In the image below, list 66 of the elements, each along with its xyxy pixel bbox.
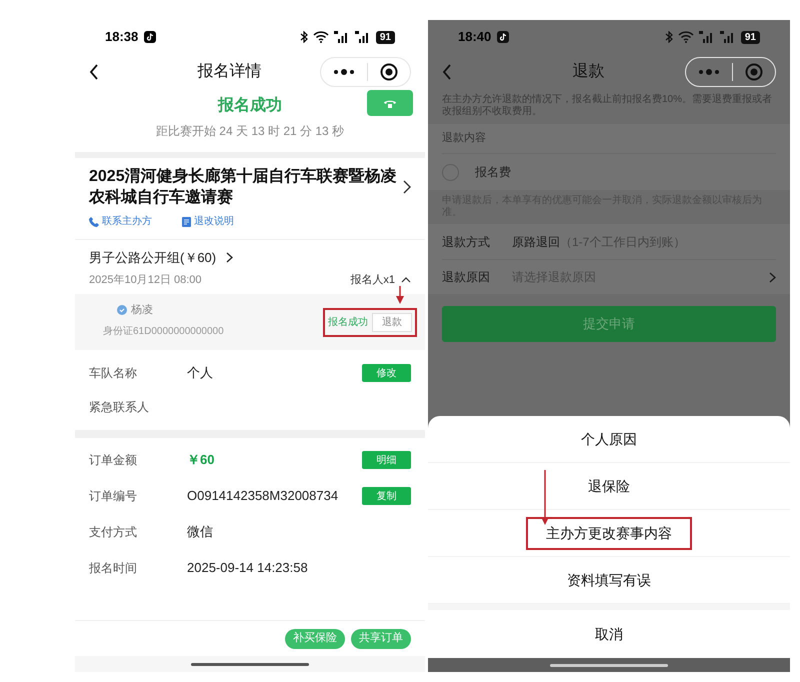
field-label: 报名时间 [89, 560, 138, 577]
field-value: 2025-09-14 14:23:58 [187, 559, 309, 578]
field-value: O0914142358M32008734 [187, 487, 340, 506]
status-time: 18:38 [105, 28, 138, 46]
field-label: 退款方式 [442, 234, 491, 250]
contact-link[interactable]: 联系主办方 [89, 214, 152, 229]
reason-option[interactable]: 退保险 [568, 470, 650, 502]
field-label: 退款原因 [442, 269, 491, 286]
refund-button[interactable]: 退款 [372, 312, 412, 332]
order-amount: ￥60 [187, 451, 216, 470]
battery-level: 91 [740, 30, 760, 44]
more-icon[interactable] [333, 69, 355, 75]
chevron-right-icon[interactable] [403, 180, 411, 194]
annotation-arrow [395, 286, 405, 304]
pill-button[interactable]: 补买保险 [285, 628, 345, 648]
section-label: 退款内容 [442, 130, 486, 146]
app-notification-icon [144, 31, 156, 43]
signal-icon [698, 31, 715, 43]
page-title: 报名详情 [196, 62, 262, 82]
pill-button[interactable]: 共享订单 [351, 628, 411, 648]
phone-icon [89, 216, 99, 226]
event-title[interactable]: 2025渭河健身长廊第十届自行车联赛暨杨凌农科城自行车邀请赛 [89, 166, 403, 208]
page-title: 退款 [572, 62, 606, 82]
field-label: 订单编号 [89, 488, 138, 505]
annotation-arrow [540, 470, 550, 525]
status-time: 18:40 [458, 28, 492, 46]
signal-icon [334, 31, 350, 43]
reason-option[interactable]: 主办方更改赛事内容 [526, 516, 692, 550]
verified-icon [117, 305, 127, 315]
group-name[interactable]: 男子公路公开组(￥60) [89, 248, 216, 268]
field-label: 紧急联系人 [89, 399, 150, 416]
document-icon [182, 216, 191, 226]
field-label: 订单金额 [89, 452, 138, 469]
chevron-right-icon[interactable] [226, 252, 234, 264]
item-label: 报名费 [475, 164, 511, 181]
status-title: 报名成功 [218, 96, 282, 116]
chevron-up-icon[interactable] [401, 276, 411, 283]
signal-icon [720, 31, 736, 43]
group-date: 2025年10月12日 08:00 [89, 272, 203, 288]
countdown-text: 距比赛开始 24 天 13 时 21 分 13 秒 [156, 123, 344, 140]
wifi-icon [678, 31, 694, 43]
registration-status: 报名成功 [328, 316, 368, 330]
field-label: 支付方式 [89, 524, 138, 541]
policy-link[interactable]: 退改说明 [182, 214, 234, 229]
field-label: 车队名称 [89, 365, 138, 382]
reason-option[interactable]: 资料填写有误 [547, 564, 671, 596]
participant-count: 报名人x1 [350, 272, 395, 288]
field-value: 微信 [187, 523, 214, 542]
action-button[interactable]: 明细 [362, 451, 411, 469]
action-button[interactable]: 复制 [362, 487, 411, 505]
bluetooth-icon [300, 31, 308, 43]
capsule-menu[interactable] [320, 57, 411, 87]
cancel-button[interactable]: 取消 [428, 610, 790, 658]
bluetooth-icon [664, 31, 673, 43]
field-value: 原路退回 [512, 234, 560, 250]
field-value: 个人 [187, 364, 214, 382]
participant-id: 身份证61D0000000000000 [103, 326, 224, 338]
target-icon[interactable] [380, 63, 398, 81]
wifi-icon [312, 31, 329, 43]
edit-button[interactable]: 修改 [362, 364, 411, 382]
app-notification-icon [497, 31, 510, 43]
signal-icon [354, 31, 371, 43]
reason-option[interactable]: 个人原因 [561, 422, 657, 456]
participant-name: 杨凌 [131, 302, 153, 318]
battery-level: 91 [376, 30, 395, 44]
back-icon[interactable] [89, 64, 99, 80]
